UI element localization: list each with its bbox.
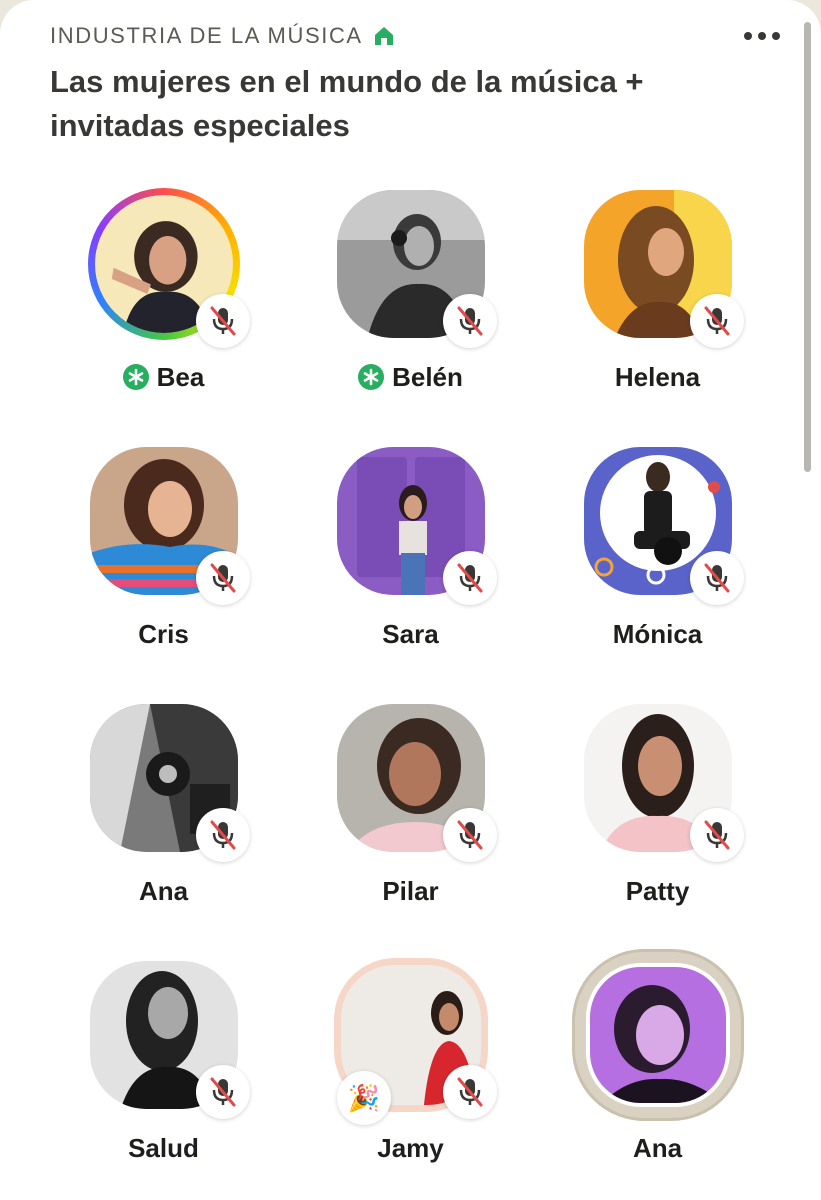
speaker-tile[interactable]: 🎉 Jamy bbox=[287, 953, 534, 1200]
avatar[interactable] bbox=[586, 963, 730, 1107]
speaker-name: Ana bbox=[632, 1132, 683, 1163]
more-dot-icon bbox=[772, 32, 780, 40]
muted-badge bbox=[443, 808, 497, 862]
mic-muted-icon bbox=[704, 306, 730, 336]
avatar-speaking-ring bbox=[572, 949, 744, 1121]
muted-badge bbox=[196, 294, 250, 348]
more-dot-icon bbox=[744, 32, 752, 40]
moderator-icon bbox=[358, 364, 385, 390]
speaker-name: Mónica bbox=[612, 618, 703, 649]
speaker-name: Belén bbox=[392, 361, 463, 392]
speaker-name: Helena bbox=[614, 361, 701, 392]
mic-muted-icon bbox=[704, 563, 730, 593]
speaker-name-row: Pilar bbox=[287, 874, 534, 908]
mic-muted-icon bbox=[210, 1077, 236, 1107]
speaker-tile[interactable]: Sara bbox=[287, 439, 534, 696]
speaker-name-row: Belén bbox=[287, 360, 534, 394]
muted-badge bbox=[690, 294, 744, 348]
mic-muted-icon bbox=[704, 820, 730, 850]
mic-muted-icon bbox=[457, 820, 483, 850]
scrollbar[interactable] bbox=[804, 22, 811, 472]
speaker-name-row: Sara bbox=[287, 617, 534, 651]
speaker-tile[interactable]: Ana bbox=[534, 949, 781, 1200]
speaker-tile[interactable]: Patty bbox=[534, 696, 781, 953]
muted-badge bbox=[690, 551, 744, 605]
speaker-name: Cris bbox=[138, 618, 189, 649]
mic-muted-icon bbox=[210, 563, 236, 593]
muted-badge bbox=[690, 808, 744, 862]
speaker-tile[interactable]: Ana bbox=[40, 696, 287, 953]
speaker-name-row: Mónica bbox=[534, 617, 781, 651]
speaker-name: Pilar bbox=[382, 875, 439, 906]
muted-badge bbox=[196, 808, 250, 862]
speaker-name: Sara bbox=[382, 618, 439, 649]
speaker-tile[interactable]: Cris bbox=[40, 439, 287, 696]
speaker-name-row: Ana bbox=[534, 1131, 781, 1165]
speaker-name: Ana bbox=[138, 875, 189, 906]
room-sheet: INDUSTRIA DE LA MÚSICA Las mujeres en el… bbox=[0, 0, 821, 1200]
mic-muted-icon bbox=[210, 306, 236, 336]
party-popper-icon: 🎉 bbox=[347, 1082, 381, 1113]
speaker-name-row: Salud bbox=[40, 1131, 287, 1165]
speaker-tile[interactable]: Mónica bbox=[534, 439, 781, 696]
speaker-tile[interactable]: Pilar bbox=[287, 696, 534, 953]
muted-badge bbox=[443, 551, 497, 605]
speaker-tile[interactable]: Belén bbox=[287, 182, 534, 439]
home-icon bbox=[374, 27, 393, 45]
moderator-icon bbox=[122, 364, 149, 390]
room-title: Las mujeres en el mundo de la música + i… bbox=[50, 64, 644, 143]
muted-badge bbox=[196, 551, 250, 605]
speaker-tile[interactable]: Bea bbox=[40, 182, 287, 439]
speaker-grid: Bea Belén Helena Cris Sara Mónica Ana Pi… bbox=[40, 182, 780, 1200]
club-name[interactable]: INDUSTRIA DE LA MÚSICA bbox=[50, 23, 363, 49]
speaker-name-row: Bea bbox=[40, 360, 287, 394]
more-options-button[interactable] bbox=[736, 22, 788, 50]
muted-badge bbox=[443, 1065, 497, 1119]
muted-badge bbox=[196, 1065, 250, 1119]
speaker-name-row: Patty bbox=[534, 874, 781, 908]
muted-badge bbox=[443, 294, 497, 348]
mic-muted-icon bbox=[457, 306, 483, 336]
new-member-badge: 🎉 bbox=[337, 1071, 391, 1125]
mic-muted-icon bbox=[457, 1077, 483, 1107]
more-dot-icon bbox=[758, 32, 766, 40]
speaker-name: Jamy bbox=[377, 1132, 444, 1163]
speaker-name: Salud bbox=[128, 1132, 199, 1163]
speaker-tile[interactable]: Helena bbox=[534, 182, 781, 439]
mic-muted-icon bbox=[457, 563, 483, 593]
avatar-photo bbox=[590, 967, 726, 1103]
mic-muted-icon bbox=[210, 820, 236, 850]
speaker-name-row: Helena bbox=[534, 360, 781, 394]
speaker-name-row: Cris bbox=[40, 617, 287, 651]
club-header[interactable]: INDUSTRIA DE LA MÚSICA bbox=[50, 22, 395, 50]
speaker-name-row: Jamy bbox=[287, 1131, 534, 1165]
speaker-name-row: Ana bbox=[40, 874, 287, 908]
speaker-name: Patty bbox=[625, 875, 690, 906]
speaker-name: Bea bbox=[156, 361, 205, 392]
speaker-tile[interactable]: Salud bbox=[40, 953, 287, 1200]
